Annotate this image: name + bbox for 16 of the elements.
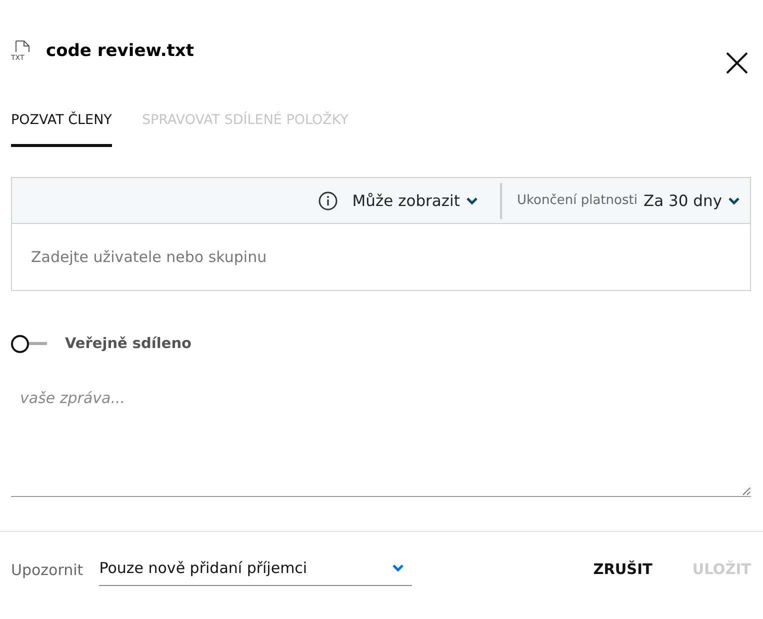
expiry-dropdown[interactable]: Za 30 dny xyxy=(643,192,740,210)
info-icon[interactable] xyxy=(318,190,338,210)
cancel-button[interactable]: ZRUŠIT xyxy=(593,562,652,578)
chevron-down-icon xyxy=(466,196,478,204)
close-icon[interactable] xyxy=(725,51,749,75)
permission-dropdown[interactable]: Může zobrazit xyxy=(352,192,478,210)
tab[interactable]: POZVAT ČLENY xyxy=(11,112,112,147)
chevron-down-icon xyxy=(392,564,404,572)
expiry-label: Ukončení platnosti xyxy=(516,193,638,208)
notify-dropdown[interactable]: Pouze nově přidaní příjemci xyxy=(99,554,412,586)
public-share-toggle[interactable] xyxy=(11,335,47,353)
notify-label: Upozornit xyxy=(11,561,84,579)
public-share-label: Veřejně sdíleno xyxy=(65,336,192,352)
chevron-down-icon xyxy=(728,196,740,204)
user-input-field[interactable]: Zadejte uživatele nebo skupinu xyxy=(11,223,751,291)
window-title: code review.txt xyxy=(46,41,194,61)
